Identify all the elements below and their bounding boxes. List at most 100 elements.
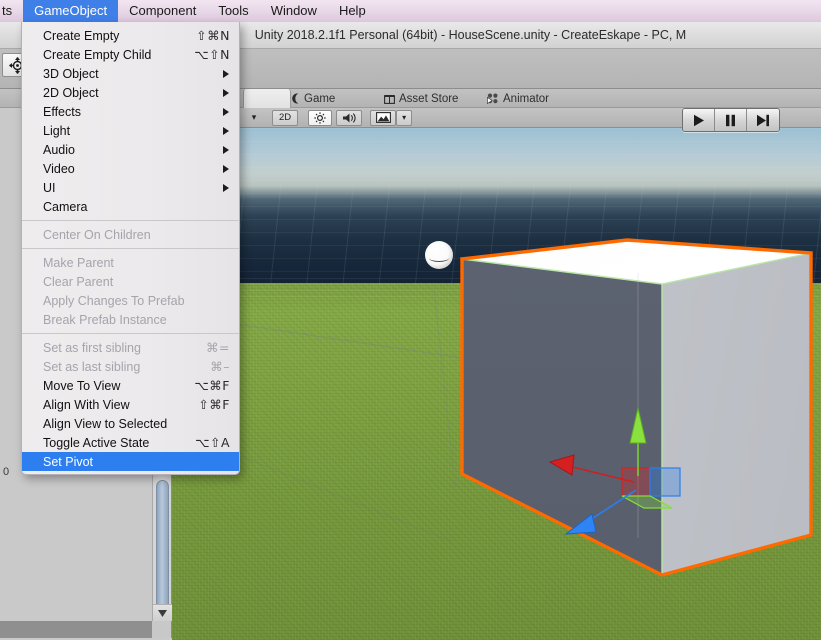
menu-item-label: Make Parent (43, 255, 114, 270)
speaker-icon (342, 112, 356, 123)
menu-item-apply-changes-to-prefab: Apply Changes To Prefab (22, 291, 239, 310)
left-dock-bottom-strip (0, 621, 152, 638)
menu-item-label: Effects (43, 104, 81, 119)
menu-item-label: Create Empty (43, 28, 120, 43)
menu-separator (22, 220, 239, 221)
image-icon (375, 112, 391, 123)
menu-help[interactable]: Help (328, 0, 377, 22)
tab-animator[interactable]: Animator (479, 89, 557, 108)
menu-item-shortcut: ⌘= (206, 340, 230, 355)
menu-item-label: Align View to Selected (43, 416, 168, 431)
gameobject-dropdown-menu[interactable]: Create Empty ⇧⌘N Create Empty Child ⌥⇧N 3D O… (21, 22, 240, 475)
menu-item-create-empty[interactable]: Create Empty ⇧⌘N (22, 26, 239, 45)
menu-item-label: Light (43, 123, 71, 138)
menu-item-video[interactable]: Video (22, 159, 239, 178)
menu-item-label: 3D Object (43, 66, 99, 81)
system-menu-bar: ts GameObject Component Tools Window Hel… (0, 0, 821, 22)
menu-item-effects[interactable]: Effects (22, 102, 239, 121)
menu-item-label: Align With View (43, 397, 130, 412)
menu-separator (22, 248, 239, 249)
menu-item-set-pivot[interactable]: Set Pivot (22, 452, 239, 471)
menu-item-label: Set as last sibling (43, 359, 141, 374)
menu-item-clear-parent: Clear Parent (22, 272, 239, 291)
menu-item-label: Set Pivot (43, 454, 94, 469)
menu-item-3d-object[interactable]: 3D Object (22, 64, 239, 83)
pause-button[interactable] (715, 109, 747, 131)
submenu-arrow-icon (223, 183, 229, 192)
menu-item-shortcut: ⌥⌘F (194, 378, 230, 393)
game-icon (292, 93, 299, 104)
submenu-arrow-icon (223, 145, 229, 154)
play-controls-group (682, 108, 780, 132)
toggle-2d-label: 2D (279, 112, 292, 123)
menu-item-shortcut: ⇧⌘N (196, 28, 230, 43)
menu-item-shortcut: ⇧⌘F (198, 397, 230, 412)
menu-item-center-on-children: Center On Children (22, 225, 239, 244)
play-icon (694, 114, 704, 126)
submenu-arrow-icon (223, 164, 229, 173)
menu-item-make-parent: Make Parent (22, 253, 239, 272)
menu-item-label: Set as first sibling (43, 340, 141, 355)
menu-item-label: Create Empty Child (43, 47, 152, 62)
move-gizmo[interactable] (172, 128, 821, 640)
toggle-audio-button[interactable] (336, 109, 363, 126)
step-icon (757, 114, 769, 126)
chevron-down-icon: ▾ (402, 113, 407, 122)
sun-icon (314, 111, 326, 124)
left-panel-zero-label: 0 (3, 466, 10, 478)
chevron-down-icon: ▾ (251, 112, 257, 122)
menu-item-label: Audio (43, 142, 75, 157)
menu-item-create-empty-child[interactable]: Create Empty Child ⌥⇧N (22, 45, 239, 64)
menu-item-shortcut: ⌘– (210, 359, 230, 374)
menu-item-label: Camera (43, 199, 88, 214)
menu-item-camera[interactable]: Camera (22, 197, 239, 216)
tab-animator-label: Animator (503, 92, 550, 105)
menu-item-label: Apply Changes To Prefab (43, 293, 185, 308)
selected-cube[interactable] (172, 128, 821, 640)
menu-item-break-prefab-instance: Break Prefab Instance (22, 310, 239, 329)
tab-asset-store-label: Asset Store (399, 92, 459, 105)
scrollbar-thumb[interactable] (156, 480, 169, 610)
menu-item-audio[interactable]: Audio (22, 140, 239, 159)
shading-mode-dropdown[interactable]: ▾ (246, 110, 262, 126)
menu-item-shortcut: ⌥⇧N (194, 47, 230, 62)
tab-game-label: Game (304, 92, 336, 105)
menu-item-shortcut: ⌥⇧A (195, 435, 230, 450)
submenu-arrow-icon (223, 88, 229, 97)
toggle-effects-button[interactable] (370, 109, 397, 126)
play-button[interactable] (683, 109, 715, 131)
menu-item-ui[interactable]: UI (22, 178, 239, 197)
menu-tools[interactable]: Tools (207, 0, 259, 22)
scroll-down-arrow-icon[interactable] (153, 604, 172, 621)
toggle-lighting-button[interactable] (308, 109, 333, 126)
menu-item-label: UI (43, 180, 56, 195)
menu-item-set-as-last-sibling: Set as last sibling ⌘– (22, 357, 239, 376)
menu-component[interactable]: Component (118, 0, 207, 22)
tab-asset-store[interactable]: Asset Store (376, 89, 466, 108)
menu-item-2d-object[interactable]: 2D Object (22, 83, 239, 102)
menu-item-label: Clear Parent (43, 274, 114, 289)
menu-gameobject[interactable]: GameObject (23, 0, 119, 22)
menu-item-align-with-view[interactable]: Align With View ⇧⌘F (22, 395, 239, 414)
pause-icon (726, 114, 735, 126)
tab-game[interactable]: Game (282, 89, 343, 108)
toggle-2d-button[interactable]: 2D (272, 109, 299, 126)
menu-item-label: Video (43, 161, 75, 176)
menu-item-toggle-active-state[interactable]: Toggle Active State ⌥⇧A (22, 433, 239, 452)
menu-item-label: Break Prefab Instance (43, 312, 167, 327)
menu-item-light[interactable]: Light (22, 121, 239, 140)
menu-item-label: 2D Object (43, 85, 99, 100)
menu-separator (22, 333, 239, 334)
menu-assets[interactable]: ts (0, 0, 23, 22)
menu-item-move-to-view[interactable]: Move To View ⌥⌘F (22, 376, 239, 395)
animator-icon (487, 93, 498, 104)
step-button[interactable] (747, 109, 779, 131)
submenu-arrow-icon (223, 107, 229, 116)
submenu-arrow-icon (223, 69, 229, 78)
menu-item-align-view-to-selected[interactable]: Align View to Selected (22, 414, 239, 433)
menu-item-set-as-first-sibling: Set as first sibling ⌘= (22, 338, 239, 357)
effects-dropdown[interactable]: ▾ (396, 109, 413, 126)
menu-window[interactable]: Window (260, 0, 328, 22)
scene-viewport[interactable] (172, 128, 821, 640)
submenu-arrow-icon (223, 126, 229, 135)
